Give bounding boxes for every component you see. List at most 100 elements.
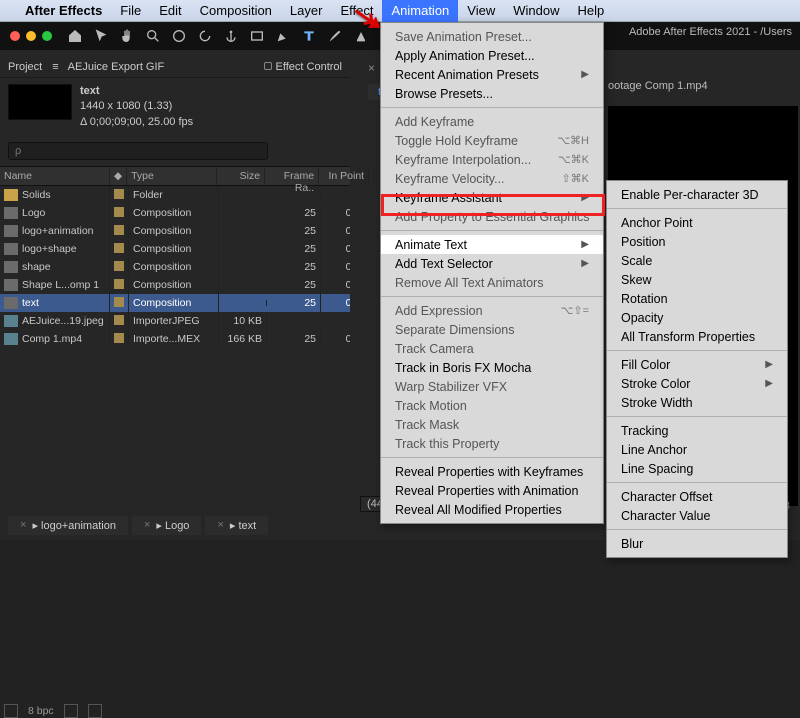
minimize-window-button[interactable] <box>26 31 36 41</box>
aejuice-export-tab[interactable]: AEJuice Export GIF <box>68 61 165 73</box>
label-swatch[interactable] <box>114 261 124 271</box>
menu-item[interactable]: Stroke Width <box>607 393 787 412</box>
col-type[interactable]: Type <box>127 167 217 185</box>
label-swatch[interactable] <box>114 225 124 235</box>
menubar-app[interactable]: After Effects <box>16 0 111 22</box>
label-swatch[interactable] <box>114 243 124 253</box>
menu-item[interactable]: Character Value <box>607 506 787 525</box>
timeline-tab[interactable]: ×▸ text <box>205 516 268 535</box>
menu-item[interactable]: Rotation <box>607 289 787 308</box>
menu-item[interactable]: Opacity <box>607 308 787 327</box>
project-panel-label[interactable]: Project <box>8 61 42 73</box>
comp-thumbnail[interactable] <box>8 84 72 120</box>
project-row[interactable]: logo+animationComposition250:00 <box>0 222 350 240</box>
rotate-tool-icon[interactable] <box>196 27 214 45</box>
menu-item[interactable]: Reveal Properties with Animation <box>381 481 603 500</box>
zoom-tool-icon[interactable] <box>144 27 162 45</box>
menu-item[interactable]: Tracking <box>607 421 787 440</box>
label-swatch[interactable] <box>114 207 124 217</box>
orbit-tool-icon[interactable] <box>170 27 188 45</box>
mac-menubar: After Effects File Edit Composition Laye… <box>0 0 800 22</box>
footage-name-label: ootage Comp 1.mp4 <box>608 80 708 92</box>
project-search-input[interactable] <box>8 142 268 160</box>
timeline-tabs: ×▸ logo+animation×▸ Logo×▸ text <box>8 514 268 536</box>
comp-icon <box>4 225 18 237</box>
project-row[interactable]: shapeComposition250:00 <box>0 258 350 276</box>
selected-comp-duration: Δ 0;00;09;00, 25.00 fps <box>80 115 193 130</box>
menu-view[interactable]: View <box>458 0 504 22</box>
col-inpoint[interactable]: In Point <box>319 167 369 185</box>
label-swatch[interactable] <box>114 297 124 307</box>
panel-menu-icon[interactable]: ≡ <box>52 61 57 73</box>
project-row[interactable]: AEJuice...19.jpegImporterJPEG10 KB <box>0 312 350 330</box>
menu-item[interactable]: Animate Text▶ <box>381 235 603 254</box>
menu-item[interactable]: Apply Animation Preset... <box>381 46 603 65</box>
brush-tool-icon[interactable] <box>326 27 344 45</box>
anchor-tool-icon[interactable] <box>222 27 240 45</box>
selection-tool-icon[interactable] <box>92 27 110 45</box>
project-row[interactable]: logo+shapeComposition250:00 <box>0 240 350 258</box>
menu-item[interactable]: Blur <box>607 534 787 553</box>
menu-item[interactable]: Enable Per-character 3D <box>607 185 787 204</box>
panel-close-icon[interactable]: × <box>368 61 375 75</box>
label-swatch[interactable] <box>114 279 124 289</box>
hand-tool-icon[interactable] <box>118 27 136 45</box>
effect-control-tab[interactable]: Effect Control <box>276 61 342 73</box>
project-row[interactable]: LogoComposition250:00 <box>0 204 350 222</box>
menu-item[interactable]: Fill Color▶ <box>607 355 787 374</box>
menu-layer[interactable]: Layer <box>281 0 332 22</box>
new-comp-icon[interactable] <box>88 704 102 718</box>
menu-item[interactable]: Anchor Point <box>607 213 787 232</box>
label-swatch[interactable] <box>114 315 124 325</box>
timeline-tab[interactable]: ×▸ logo+animation <box>8 516 128 535</box>
close-icon[interactable]: × <box>144 519 150 531</box>
bpc-button[interactable]: 8 bpc <box>28 705 54 717</box>
menu-animation[interactable]: Animation <box>382 0 458 22</box>
menu-item[interactable]: Reveal Properties with KeyframesU <box>381 462 603 481</box>
menu-item[interactable]: Line Spacing <box>607 459 787 478</box>
new-folder-icon[interactable] <box>64 704 78 718</box>
menu-item[interactable]: Keyframe Assistant▶ <box>381 188 603 207</box>
submenu-arrow-icon: ▶ <box>765 359 773 370</box>
interpret-footage-icon[interactable] <box>4 704 18 718</box>
project-row[interactable]: textComposition250:00 <box>0 294 350 312</box>
folder-icon <box>4 189 18 201</box>
close-icon[interactable]: × <box>20 519 26 531</box>
zoom-window-button[interactable] <box>42 31 52 41</box>
menu-item[interactable]: Scale <box>607 251 787 270</box>
label-swatch[interactable] <box>114 333 124 343</box>
menu-item[interactable]: Stroke Color▶ <box>607 374 787 393</box>
menu-item[interactable]: Character Offset <box>607 487 787 506</box>
selected-comp-name: text <box>80 84 193 99</box>
project-row[interactable]: Shape L...omp 1Composition250:00 <box>0 276 350 294</box>
col-label-icon[interactable]: ◆ <box>110 167 127 185</box>
menu-edit[interactable]: Edit <box>150 0 190 22</box>
menu-item[interactable]: Reveal All Modified Properties <box>381 500 603 519</box>
menu-file[interactable]: File <box>111 0 150 22</box>
home-icon[interactable] <box>66 27 84 45</box>
menu-item[interactable]: Skew <box>607 270 787 289</box>
menu-item[interactable]: Line Anchor <box>607 440 787 459</box>
menu-item[interactable]: Track in Boris FX Mocha <box>381 358 603 377</box>
menu-item[interactable]: Position <box>607 232 787 251</box>
col-framerate[interactable]: Frame Ra.. <box>265 167 319 185</box>
menu-item[interactable]: All Transform Properties <box>607 327 787 346</box>
type-tool-icon[interactable] <box>300 27 318 45</box>
pen-tool-icon[interactable] <box>274 27 292 45</box>
timeline-tab[interactable]: ×▸ Logo <box>132 516 202 535</box>
project-row[interactable]: Comp 1.mp4Importe...MEX166 KB250:00 <box>0 330 350 348</box>
close-icon[interactable]: × <box>217 519 223 531</box>
menu-item: Warp Stabilizer VFX <box>381 377 603 396</box>
menu-help[interactable]: Help <box>568 0 613 22</box>
col-name[interactable]: Name <box>0 167 110 185</box>
menu-item: Track Motion <box>381 396 603 415</box>
label-swatch[interactable] <box>114 189 124 199</box>
rect-tool-icon[interactable] <box>248 27 266 45</box>
menu-window[interactable]: Window <box>504 0 568 22</box>
menu-item[interactable]: Add Text Selector▶ <box>381 254 603 273</box>
col-size[interactable]: Size <box>217 167 265 185</box>
menu-item[interactable]: Recent Animation Presets▶ <box>381 65 603 84</box>
menu-composition[interactable]: Composition <box>191 0 281 22</box>
close-window-button[interactable] <box>10 31 20 41</box>
menu-item[interactable]: Browse Presets... <box>381 84 603 103</box>
